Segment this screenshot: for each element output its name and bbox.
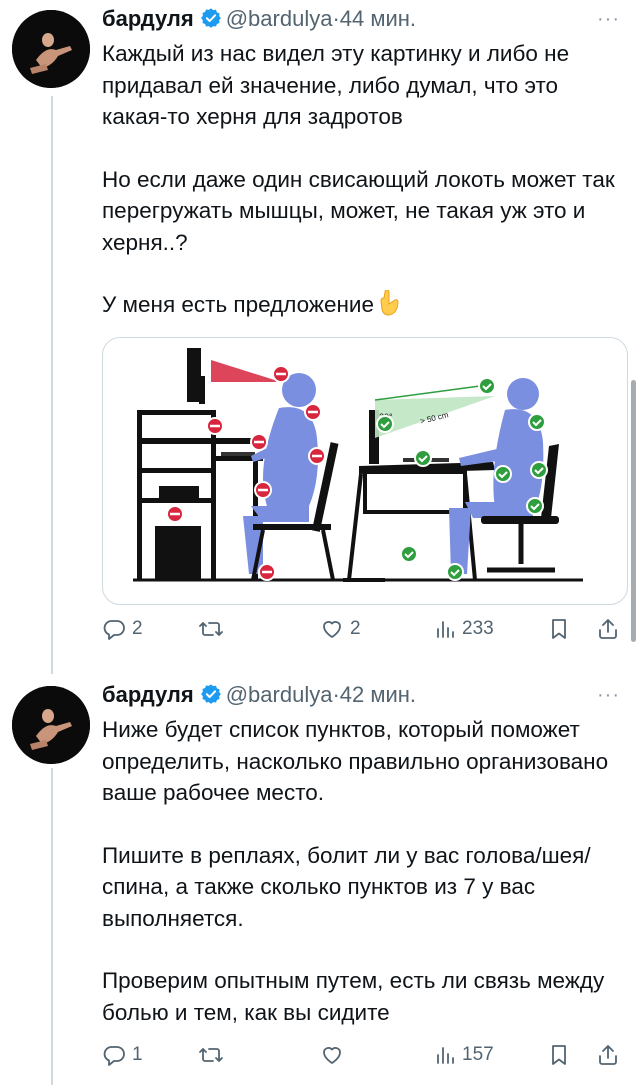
views-button[interactable]: 157	[434, 1040, 494, 1070]
views-icon	[437, 621, 454, 638]
views-count: 233	[462, 618, 494, 639]
author-handle[interactable]: @bardulya	[226, 682, 333, 707]
views-icon	[437, 1047, 454, 1064]
tweet-header: бардуля @bardulya·44 мин. ···	[102, 4, 626, 38]
timestamp[interactable]: 44 мин.	[340, 6, 416, 31]
timestamp[interactable]: 42 мин.	[340, 682, 416, 707]
tweet-2[interactable]: бардуля @bardulya·42 мин. ··· Ниже будет …	[0, 676, 640, 1085]
author-handle[interactable]: @bardulya	[226, 6, 333, 31]
tweet-paragraph: Проверим опытным путем, есть ли связь ме…	[102, 968, 605, 1025]
views-count: 157	[462, 1044, 494, 1065]
share-button[interactable]	[596, 614, 620, 644]
tweet-header: бардуля @bardulya·42 мин. ···	[102, 680, 626, 714]
ergonomics-image[interactable]: 30° > 50 cm	[102, 336, 628, 605]
separator: ·	[332, 682, 340, 707]
bookmark-icon	[552, 1045, 566, 1065]
tweet-paragraph: Каждый из нас видел эту картинку и либо …	[102, 41, 570, 129]
tweet-paragraph: Но если даже один свисающий локоть может…	[102, 166, 615, 255]
author-name[interactable]: бардуля	[102, 682, 194, 707]
verified-badge-icon	[200, 7, 222, 37]
more-icon[interactable]: ···	[597, 680, 620, 710]
author-name[interactable]: бардуля	[102, 6, 194, 31]
separator: ·	[332, 6, 340, 31]
reply-button[interactable]: 1	[102, 1040, 143, 1070]
share-icon	[599, 1045, 617, 1065]
avatar-image	[12, 686, 90, 764]
tweet-paragraph: У меня есть предложение	[102, 289, 626, 325]
ergonomics-illustration: 30° > 50 cm	[133, 347, 583, 582]
avatar[interactable]	[12, 10, 90, 88]
reply-icon	[103, 620, 125, 640]
tweet-text: Каждый из нас видел эту картинку и либо …	[102, 38, 626, 325]
like-button[interactable]	[320, 1040, 350, 1070]
more-icon[interactable]: ···	[597, 4, 620, 34]
reply-count: 2	[132, 618, 143, 639]
tweet-1[interactable]: бардуля @bardulya·44 мин. ··· Каждый из н…	[0, 0, 640, 668]
like-count: 2	[350, 618, 361, 639]
bookmark-icon	[552, 619, 566, 639]
tweet-text: Ниже будет список пунктов, который помож…	[102, 714, 626, 1028]
retweet-icon	[199, 1048, 223, 1062]
avatar-image	[12, 10, 90, 88]
verified-badge-icon	[200, 683, 222, 713]
tweet-paragraph-text: У меня есть предложение	[102, 292, 374, 317]
bookmark-button[interactable]	[548, 614, 570, 644]
tweet-paragraph: Ниже будет список пунктов, который помож…	[102, 717, 609, 805]
like-button[interactable]: 2	[320, 614, 361, 644]
avatar[interactable]	[12, 686, 90, 764]
tweet-actions: 1 157	[102, 1040, 626, 1070]
reply-button[interactable]: 2	[102, 614, 143, 644]
share-button[interactable]	[596, 1040, 620, 1070]
bookmark-button[interactable]	[548, 1040, 570, 1070]
reply-icon	[103, 1046, 125, 1066]
retweet-button[interactable]	[198, 1040, 230, 1070]
retweet-icon	[199, 622, 223, 636]
share-icon	[599, 619, 617, 639]
tweet-actions: 2 2 233	[102, 614, 626, 644]
retweet-button[interactable]	[198, 614, 230, 644]
reply-count: 1	[132, 1044, 143, 1065]
pointing-down-emoji	[378, 289, 400, 325]
tweet-paragraph: Пишите в реплаях, болит ли у вас голова/…	[102, 842, 591, 931]
views-button[interactable]: 233	[434, 614, 494, 644]
like-icon	[323, 621, 341, 638]
like-icon	[323, 1047, 341, 1064]
